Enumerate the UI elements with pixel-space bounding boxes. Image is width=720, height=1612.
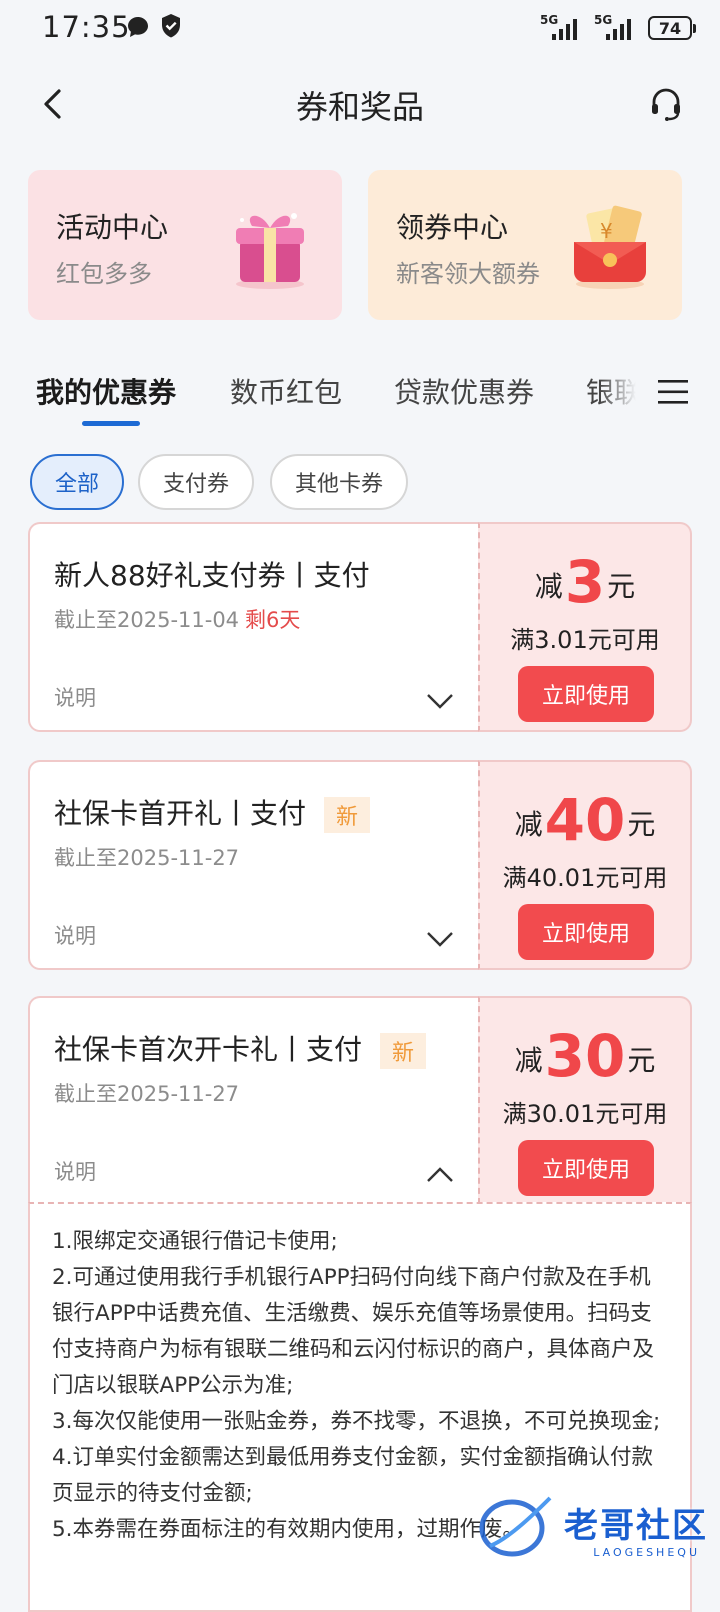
- headset-icon[interactable]: [648, 86, 684, 122]
- coupon-discount: 减40元: [514, 786, 656, 854]
- new-badge: 新: [380, 1033, 427, 1069]
- description-line: 1.限绑定交通银行借记卡使用;: [52, 1229, 338, 1254]
- coupon-explain-label[interactable]: 说明: [54, 920, 96, 950]
- activity-center-card[interactable]: 活动中心 红包多多: [28, 170, 342, 320]
- coupon-card: 社保卡首次开卡礼丨支付新 截止至2025-11-27 说明 减30元 满30.0…: [28, 996, 692, 1204]
- page-title: 券和奖品: [295, 88, 424, 126]
- coupon-min-spend: 满40.01元可用: [502, 864, 668, 892]
- red-envelope-icon: ¥: [574, 205, 646, 289]
- filter-other-cards[interactable]: 其他卡券: [270, 454, 408, 510]
- coupon-card: 新人88好礼支付券丨支付 截止至2025-11-04 剩6天 说明 减3元 满3.…: [28, 522, 692, 732]
- coupon-amount: 3: [564, 548, 606, 616]
- coupon-expiry: 截止至2025-11-04 剩6天: [54, 608, 301, 632]
- filter-payment[interactable]: 支付券: [138, 454, 254, 510]
- chevron-down-icon[interactable]: [426, 692, 454, 710]
- new-badge: 新: [324, 797, 371, 833]
- tab-digital-red-packets[interactable]: 数币红包: [230, 371, 342, 411]
- tab-my-coupons[interactable]: 我的优惠券: [36, 371, 176, 411]
- coupon-info: 社保卡首开礼丨支付新 截止至2025-11-27 说明: [28, 760, 478, 970]
- tab-fade: [600, 365, 660, 425]
- menu-icon[interactable]: [656, 377, 690, 407]
- coupon-explain-label[interactable]: 说明: [54, 682, 96, 712]
- message-icon: [128, 17, 148, 37]
- chevron-up-icon[interactable]: [426, 1166, 454, 1184]
- svg-text:¥: ¥: [600, 219, 613, 243]
- battery-icon: 74: [648, 16, 696, 40]
- coupon-value-panel: 减3元 满3.01元可用 立即使用: [478, 522, 692, 732]
- coupon-amount: 30: [544, 1022, 626, 1090]
- top-nav: 券和奖品: [0, 60, 720, 150]
- coupon-info: 社保卡首次开卡礼丨支付新 截止至2025-11-27 说明: [28, 996, 478, 1204]
- coupon-center-card[interactable]: 领券中心 新客领大额券 ¥: [368, 170, 682, 320]
- use-now-button[interactable]: 立即使用: [518, 904, 654, 960]
- chevron-down-icon[interactable]: [426, 930, 454, 948]
- filter-all[interactable]: 全部: [30, 454, 124, 510]
- signal-icon: 5G: [594, 14, 638, 42]
- description-line: 3.每次仅能使用一张贴金券，券不找零，不退换，不可兑换现金;: [52, 1409, 661, 1434]
- description-line: 2.可通过使用我行手机银行APP扫码付向线下商户付款及在手机银行APP中话费充值…: [52, 1265, 655, 1398]
- tab-indicator: [82, 421, 140, 426]
- coupon-info: 新人88好礼支付券丨支付 截止至2025-11-04 剩6天 说明: [28, 522, 478, 732]
- coupon-card: 社保卡首开礼丨支付新 截止至2025-11-27 说明 减40元 满40.01元…: [28, 760, 692, 970]
- gift-box-icon: [236, 213, 304, 289]
- promo-subtitle: 红包多多: [56, 260, 152, 288]
- coupon-explain-label[interactable]: 说明: [54, 1156, 96, 1186]
- shield-icon: [162, 14, 180, 38]
- promo-title: 活动中心: [56, 211, 169, 244]
- watermark-subtext: LAOGESHEQU: [593, 1546, 700, 1559]
- tab-loan-coupons[interactable]: 贷款优惠券: [394, 371, 534, 411]
- coupon-title: 社保卡首次开卡礼丨支付新: [54, 1028, 427, 1069]
- signal-icon: 5G: [540, 14, 584, 42]
- coupon-amount: 40: [544, 786, 626, 854]
- promo-subtitle: 新客领大额券: [396, 260, 540, 288]
- coupon-tabs: 我的优惠券 数币红包 贷款优惠券 银联: [0, 365, 720, 435]
- watermark-text: 老哥社区: [564, 1506, 708, 1546]
- promo-title: 领券中心: [396, 211, 509, 244]
- coupon-discount: 减30元: [514, 1022, 656, 1090]
- status-bar: 17:35 5G 5G 74: [0, 0, 720, 56]
- use-now-button[interactable]: 立即使用: [518, 666, 654, 722]
- status-time: 17:35: [42, 10, 131, 44]
- coupon-title: 社保卡首开礼丨支付新: [54, 792, 371, 833]
- coupon-remaining: 剩6天: [245, 608, 301, 632]
- coupon-value-panel: 减30元 满30.01元可用 立即使用: [478, 996, 692, 1204]
- coupon-min-spend: 满30.01元可用: [502, 1100, 668, 1128]
- use-now-button[interactable]: 立即使用: [518, 1140, 654, 1196]
- battery-level: 74: [658, 18, 682, 38]
- coupon-discount: 减3元: [534, 548, 636, 616]
- coupon-expiry: 截止至2025-11-27: [54, 846, 240, 870]
- coupon-title: 新人88好礼支付券丨支付: [54, 559, 370, 592]
- coupon-min-spend: 满3.01元可用: [510, 626, 660, 654]
- coupon-value-panel: 减40元 满40.01元可用 立即使用: [478, 760, 692, 970]
- coupon-expiry: 截止至2025-11-27: [54, 1082, 240, 1106]
